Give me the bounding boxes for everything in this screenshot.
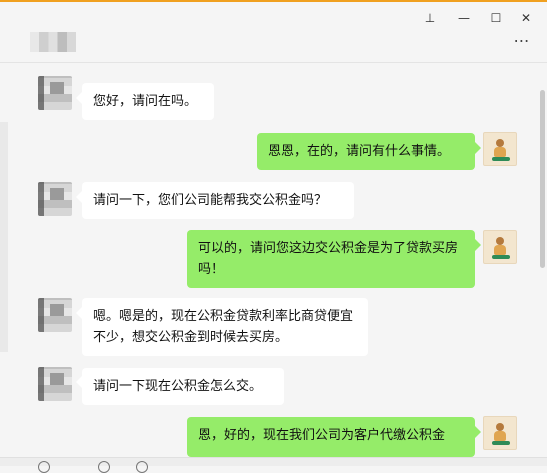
chat-header: ⋯ bbox=[0, 26, 547, 62]
contact-name-blurred bbox=[30, 32, 76, 52]
minimize-button[interactable]: — bbox=[452, 8, 476, 28]
message-bubble-outgoing[interactable]: 可以的，请问您这边交公积金是为了贷款买房吗！ bbox=[187, 230, 475, 288]
avatar-figure bbox=[494, 431, 506, 441]
contact-avatar[interactable] bbox=[38, 298, 72, 332]
message-bubble-incoming[interactable]: 请问一下，您们公司能帮我交公积金吗？ bbox=[82, 182, 354, 219]
user-avatar[interactable] bbox=[483, 230, 517, 264]
avatar-figure bbox=[496, 237, 504, 245]
input-toolbar bbox=[0, 457, 547, 466]
bubble-tail bbox=[475, 239, 481, 251]
message-bubble-outgoing[interactable]: 恩，好的，现在我们公司为客户代缴公积金 bbox=[187, 417, 475, 457]
user-avatar[interactable] bbox=[483, 132, 517, 166]
bubble-tail bbox=[475, 142, 481, 154]
header-divider bbox=[0, 62, 547, 63]
message-bubble-outgoing[interactable]: 恩恩，在的，请问有什么事情。 bbox=[257, 133, 475, 170]
avatar-figure bbox=[494, 147, 506, 157]
avatar-figure bbox=[496, 423, 504, 431]
message-bubble-incoming[interactable]: 您好，请问在吗。 bbox=[82, 83, 214, 120]
avatar-figure bbox=[492, 157, 510, 161]
avatar-figure bbox=[492, 441, 510, 445]
close-button[interactable]: ✕ bbox=[514, 8, 538, 28]
contact-avatar[interactable] bbox=[38, 182, 72, 216]
bubble-tail bbox=[475, 426, 481, 438]
contact-avatar[interactable] bbox=[38, 367, 72, 401]
message-bubble-incoming[interactable]: 嗯。嗯是的，现在公积金贷款利率比商贷便宜不少，想交公积金到时候去买房。 bbox=[82, 298, 368, 356]
left-panel-edge bbox=[0, 122, 8, 352]
avatar-figure bbox=[494, 245, 506, 255]
pin-icon[interactable]: ⊥ bbox=[418, 8, 442, 28]
contact-avatar[interactable] bbox=[38, 76, 72, 110]
more-options-icon[interactable]: ⋯ bbox=[511, 33, 533, 50]
scrollbar-thumb[interactable] bbox=[540, 90, 545, 268]
avatar-figure bbox=[492, 255, 510, 259]
user-avatar[interactable] bbox=[483, 416, 517, 450]
maximize-button[interactable]: ☐ bbox=[484, 8, 508, 28]
avatar-figure bbox=[496, 139, 504, 147]
message-bubble-incoming[interactable]: 请问一下现在公积金怎么交。 bbox=[82, 368, 284, 405]
